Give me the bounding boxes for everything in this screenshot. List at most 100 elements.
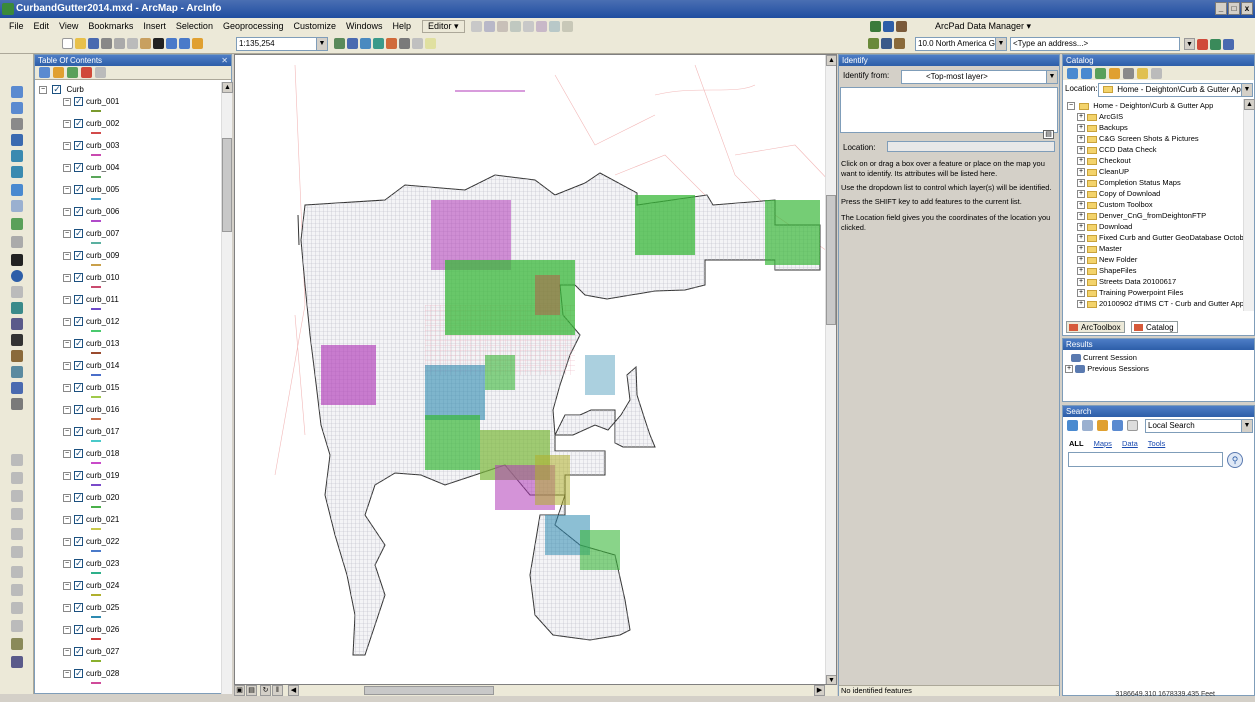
layer-visibility-checkbox[interactable] <box>74 535 83 547</box>
group-visibility-checkbox[interactable] <box>52 83 62 95</box>
expand-icon[interactable]: + <box>1077 278 1085 287</box>
expand-icon[interactable]: + <box>1077 157 1085 166</box>
list-by-drawing-order-icon[interactable] <box>39 67 50 78</box>
layout-tool-7-icon[interactable] <box>11 566 23 578</box>
toc-layer-row[interactable]: − curb_002 <box>63 117 119 130</box>
collapse-icon[interactable]: − <box>63 647 71 656</box>
search-scope-dropdown[interactable]: Local Search ▼ <box>1145 419 1253 433</box>
layer-visibility-checkbox[interactable] <box>74 557 83 569</box>
layout-tool-8-icon[interactable] <box>11 584 23 596</box>
toc-layer-row[interactable]: − curb_012 <box>63 315 119 328</box>
collapse-icon[interactable]: − <box>63 537 71 546</box>
find-icon[interactable] <box>11 334 23 346</box>
collapse-icon[interactable]: − <box>63 361 71 370</box>
collapse-icon[interactable]: − <box>63 229 71 238</box>
address-input[interactable]: <Type an address...> <box>1010 37 1180 51</box>
fixed-zoom-out-icon[interactable] <box>11 166 23 178</box>
tab-catalog[interactable]: Catalog <box>1131 321 1178 333</box>
catalog-folder-item[interactable]: + Streets Data 20100617 <box>1077 277 1176 287</box>
paste-icon[interactable] <box>140 38 151 49</box>
arctoolbox-icon[interactable] <box>386 38 397 49</box>
layer-visibility-checkbox[interactable] <box>74 117 83 129</box>
expand-icon[interactable]: + <box>1077 234 1085 243</box>
layout-tool-5-icon[interactable] <box>11 528 23 540</box>
expand-icon[interactable]: + <box>1077 135 1085 144</box>
scroll-up-icon[interactable]: ▲ <box>222 82 233 93</box>
collapse-icon[interactable]: − <box>63 207 71 216</box>
time-slider-icon[interactable] <box>11 382 23 394</box>
up-level-icon[interactable] <box>1095 67 1106 79</box>
model-builder-icon[interactable] <box>412 38 423 49</box>
collapse-icon[interactable]: − <box>63 493 71 502</box>
map-view[interactable]: ▲ ▼ <box>234 54 837 685</box>
filter-data[interactable]: Data <box>1122 439 1138 448</box>
toc-layer-row[interactable]: − curb_026 <box>63 623 119 636</box>
scroll-left-icon[interactable]: ◀ <box>288 685 299 696</box>
menu-help[interactable]: Help <box>388 21 417 31</box>
grid-tool-icon[interactable] <box>881 38 892 49</box>
catalog-folder-item[interactable]: + Training Powerpoint Files <box>1077 288 1183 298</box>
copy-icon[interactable] <box>127 38 138 49</box>
catalog-location-dropdown[interactable]: Home - Deighton\Curb & Gutter App ▼ <box>1098 83 1253 97</box>
toc-layer-row[interactable]: − curb_018 <box>63 447 119 460</box>
search-options-icon[interactable] <box>1127 420 1138 431</box>
save-icon[interactable] <box>88 38 99 49</box>
collapse-icon[interactable]: − <box>63 119 71 128</box>
results-previous-sessions[interactable]: + Previous Sessions <box>1065 364 1149 374</box>
minimize-button[interactable]: _ <box>1215 2 1227 15</box>
catalog-folder-item[interactable]: + Fixed Curb and Gutter GeoDatabase Octob… <box>1077 233 1243 243</box>
expand-all-icon[interactable]: ▤ <box>1043 130 1054 139</box>
layer-visibility-checkbox[interactable] <box>74 667 83 679</box>
collapse-icon[interactable]: − <box>63 317 71 326</box>
layout-tool-2-icon[interactable] <box>11 472 23 484</box>
goto-xy-icon[interactable] <box>11 366 23 378</box>
pause-drawing-button[interactable]: ‖ <box>272 685 283 696</box>
catalog-folder-item[interactable]: + Denver_CnG_fromDeightonFTP <box>1077 211 1206 221</box>
toc-layer-row[interactable]: − curb_023 <box>63 557 119 570</box>
toc-layer-row[interactable]: − curb_015 <box>63 381 119 394</box>
forward-icon[interactable] <box>1081 67 1092 79</box>
expand-icon[interactable]: + <box>1077 300 1085 309</box>
map-scroll-thumb[interactable] <box>826 195 836 325</box>
layout-tool-9-icon[interactable] <box>11 602 23 614</box>
identify-results-tree[interactable] <box>840 87 1058 133</box>
toc-layer-row[interactable]: − curb_013 <box>63 337 119 350</box>
collapse-icon[interactable]: − <box>63 405 71 414</box>
layer-visibility-checkbox[interactable] <box>74 645 83 657</box>
collapse-icon[interactable]: − <box>39 85 47 94</box>
close-button[interactable]: x <box>1241 2 1253 15</box>
catalog-folder-item[interactable]: + Backups <box>1077 123 1128 133</box>
menu-customize[interactable]: Customize <box>289 21 342 31</box>
menu-bookmarks[interactable]: Bookmarks <box>83 21 138 31</box>
fixed-zoom-in-icon[interactable] <box>11 150 23 162</box>
collapse-icon[interactable]: − <box>63 427 71 436</box>
location-field[interactable] <box>887 141 1055 152</box>
layer-visibility-checkbox[interactable] <box>74 337 83 349</box>
map-vertical-scrollbar[interactable]: ▲ ▼ <box>825 55 836 684</box>
expand-icon[interactable]: + <box>1077 179 1085 188</box>
expand-icon[interactable]: + <box>1077 113 1085 122</box>
full-extent-icon[interactable] <box>11 134 23 146</box>
expand-icon[interactable]: + <box>1065 365 1073 374</box>
layer-visibility-checkbox[interactable] <box>74 623 83 635</box>
attributes-icon[interactable] <box>561 20 573 32</box>
layer-visibility-checkbox[interactable] <box>74 183 83 195</box>
chevron-down-icon[interactable]: ▼ <box>1241 84 1252 96</box>
arcpad-map-icon[interactable] <box>883 20 894 32</box>
menu-selection[interactable]: Selection <box>171 21 218 31</box>
delete-icon[interactable] <box>153 38 164 49</box>
collapse-icon[interactable]: − <box>63 625 71 634</box>
catalog-folder-item[interactable]: + Completion Status Maps <box>1077 178 1181 188</box>
layer-visibility-checkbox[interactable] <box>74 293 83 305</box>
menu-windows[interactable]: Windows <box>341 21 388 31</box>
python-icon[interactable] <box>399 38 410 49</box>
scroll-down-icon[interactable]: ▼ <box>826 675 836 684</box>
catalog-folder-item[interactable]: + Custom Toolbox <box>1077 200 1153 210</box>
select-features-icon[interactable] <box>11 218 23 230</box>
end-point-arc-icon[interactable] <box>509 20 521 32</box>
layer-visibility-checkbox[interactable] <box>74 513 83 525</box>
layer-visibility-checkbox[interactable] <box>74 381 83 393</box>
add-data-icon[interactable] <box>192 38 203 49</box>
search-input[interactable] <box>1068 452 1223 467</box>
catalog-folder-item[interactable]: + ShapeFiles <box>1077 266 1137 276</box>
